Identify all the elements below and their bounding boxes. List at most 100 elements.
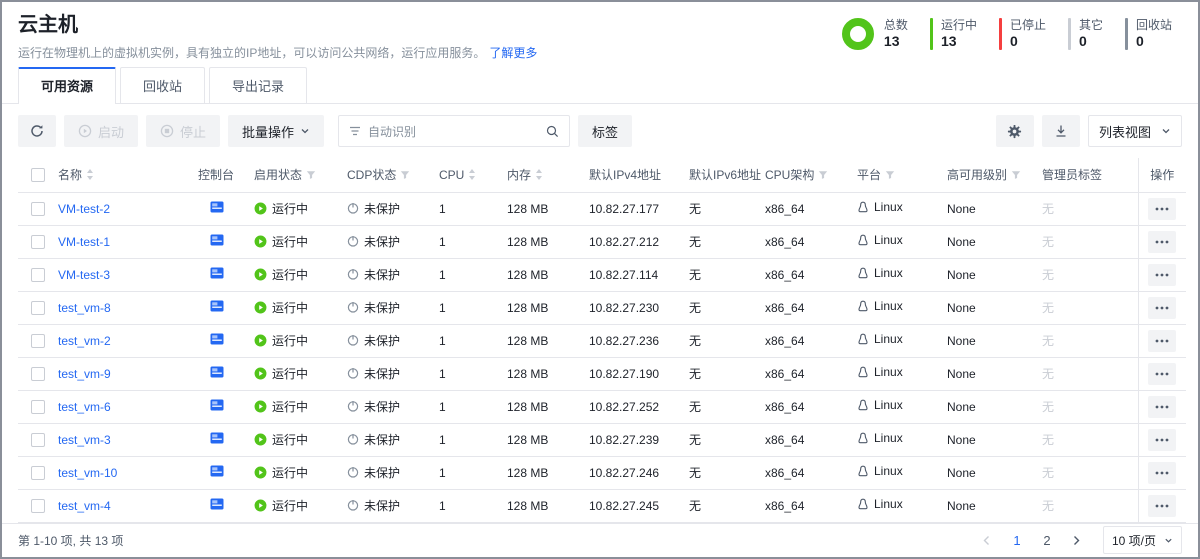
column-header-platform[interactable]: 平台 (857, 158, 947, 192)
stat-label: 其它 (1079, 18, 1103, 33)
ellipsis-icon (1155, 339, 1169, 343)
donut-chart-icon (842, 18, 874, 50)
vm-name-link[interactable]: test_vm-4 (58, 499, 111, 513)
column-header-ha[interactable]: 高可用级别 (947, 158, 1042, 192)
more-actions-button[interactable] (1148, 429, 1176, 451)
more-actions-button[interactable] (1148, 264, 1176, 286)
export-download-button[interactable] (1042, 115, 1080, 147)
console-button[interactable] (210, 498, 224, 511)
ipv6-value: 无 (689, 367, 701, 381)
vm-name-link[interactable]: VM-test-1 (58, 235, 110, 249)
table-row: VM-test-3 运行中 未保护 1 128 MB 10.82. (18, 258, 1186, 291)
row-checkbox[interactable] (31, 433, 45, 447)
more-actions-button[interactable] (1148, 462, 1176, 484)
start-button[interactable]: 启动 (64, 115, 138, 147)
row-checkbox[interactable] (31, 367, 45, 381)
stop-button[interactable]: 停止 (146, 115, 220, 147)
batch-operations-button[interactable]: 批量操作 (228, 115, 324, 147)
console-button[interactable] (210, 432, 224, 445)
refresh-button[interactable] (18, 115, 56, 147)
tab-export-records[interactable]: 导出记录 (209, 67, 307, 103)
running-status-icon (254, 235, 267, 248)
console-button[interactable] (210, 300, 224, 313)
next-page-button[interactable] (1065, 528, 1089, 552)
settings-button[interactable] (996, 115, 1034, 147)
column-header-status[interactable]: 启用状态 (254, 158, 347, 192)
vm-name-link[interactable]: VM-test-2 (58, 202, 110, 216)
column-header-name[interactable]: 名称 (58, 158, 198, 192)
console-button[interactable] (210, 333, 224, 346)
vm-name-link[interactable]: test_vm-9 (58, 367, 111, 381)
row-checkbox[interactable] (31, 202, 45, 216)
stat-running: 运行中 13 (930, 18, 977, 50)
cpu-arch-value: x86_64 (765, 466, 804, 480)
tag-button[interactable]: 标签 (578, 115, 632, 147)
running-status-icon (254, 400, 267, 413)
vm-name-link[interactable]: test_vm-8 (58, 301, 111, 315)
page-subtitle-text: 运行在物理机上的虚拟机实例，具有独立的IP地址，可以访问公共网络，运行应用服务。 (18, 46, 485, 60)
vm-name-link[interactable]: test_vm-6 (58, 400, 111, 414)
column-header-cdp[interactable]: CDP状态 (347, 158, 439, 192)
more-actions-button[interactable] (1148, 330, 1176, 352)
run-status-label: 运行中 (272, 464, 308, 481)
row-checkbox[interactable] (31, 235, 45, 249)
view-mode-select[interactable]: 列表视图 (1088, 115, 1182, 147)
search-icon[interactable] (546, 125, 559, 138)
console-button[interactable] (210, 234, 224, 247)
sort-icon[interactable] (535, 169, 543, 180)
vm-name-link[interactable]: test_vm-3 (58, 433, 111, 447)
console-button[interactable] (210, 366, 224, 379)
tab-available-resources[interactable]: 可用资源 (18, 67, 116, 103)
more-actions-button[interactable] (1148, 396, 1176, 418)
stop-circle-icon (160, 124, 174, 138)
row-checkbox[interactable] (31, 268, 45, 282)
console-button[interactable] (210, 201, 224, 214)
ipv4-value: 10.82.27.212 (589, 235, 659, 249)
column-header-cpu[interactable]: CPU (439, 158, 507, 192)
row-checkbox[interactable] (31, 499, 45, 513)
search-input[interactable]: 自动识别 (338, 115, 570, 147)
filter-icon[interactable] (818, 170, 828, 180)
pager: 1 2 10 项/页 (975, 526, 1182, 554)
sort-icon[interactable] (86, 169, 94, 180)
cdp-status: 未保护 (347, 200, 400, 217)
console-button[interactable] (210, 267, 224, 280)
column-header-arch[interactable]: CPU架构 (765, 158, 857, 192)
linux-penguin-icon (857, 333, 869, 346)
column-header-memory[interactable]: 内存 (507, 158, 589, 192)
filter-icon[interactable] (306, 170, 316, 180)
admin-tag-value: 无 (1042, 268, 1054, 282)
select-all-checkbox[interactable] (31, 168, 45, 182)
ipv4-value: 10.82.27.114 (589, 268, 658, 282)
platform-cell: Linux (857, 200, 903, 214)
console-button[interactable] (210, 399, 224, 412)
more-actions-button[interactable] (1148, 198, 1176, 220)
column-label: 操作 (1150, 168, 1174, 182)
console-button[interactable] (210, 465, 224, 478)
more-actions-button[interactable] (1148, 363, 1176, 385)
page-number-1[interactable]: 1 (1005, 528, 1029, 552)
row-checkbox[interactable] (31, 400, 45, 414)
vm-name-link[interactable]: test_vm-2 (58, 334, 111, 348)
learn-more-link[interactable]: 了解更多 (489, 46, 537, 60)
page-size-select[interactable]: 10 项/页 (1103, 526, 1182, 554)
cpu-arch-value: x86_64 (765, 202, 804, 216)
cdp-unprotected-icon (347, 268, 359, 280)
vm-name-link[interactable]: VM-test-3 (58, 268, 110, 282)
filter-icon[interactable] (1011, 170, 1021, 180)
filter-icon[interactable] (885, 170, 895, 180)
vm-name-link[interactable]: test_vm-10 (58, 466, 117, 480)
prev-page-button[interactable] (975, 528, 999, 552)
row-checkbox[interactable] (31, 466, 45, 480)
row-checkbox[interactable] (31, 301, 45, 315)
stat-label: 回收站 (1136, 18, 1172, 33)
column-header-admin-tag: 管理员标签 (1042, 158, 1138, 192)
more-actions-button[interactable] (1148, 297, 1176, 319)
tab-recycle-bin[interactable]: 回收站 (120, 67, 205, 103)
page-number-2[interactable]: 2 (1035, 528, 1059, 552)
row-checkbox[interactable] (31, 334, 45, 348)
more-actions-button[interactable] (1148, 231, 1176, 253)
filter-icon[interactable] (400, 170, 410, 180)
sort-icon[interactable] (468, 169, 476, 180)
more-actions-button[interactable] (1148, 495, 1176, 517)
